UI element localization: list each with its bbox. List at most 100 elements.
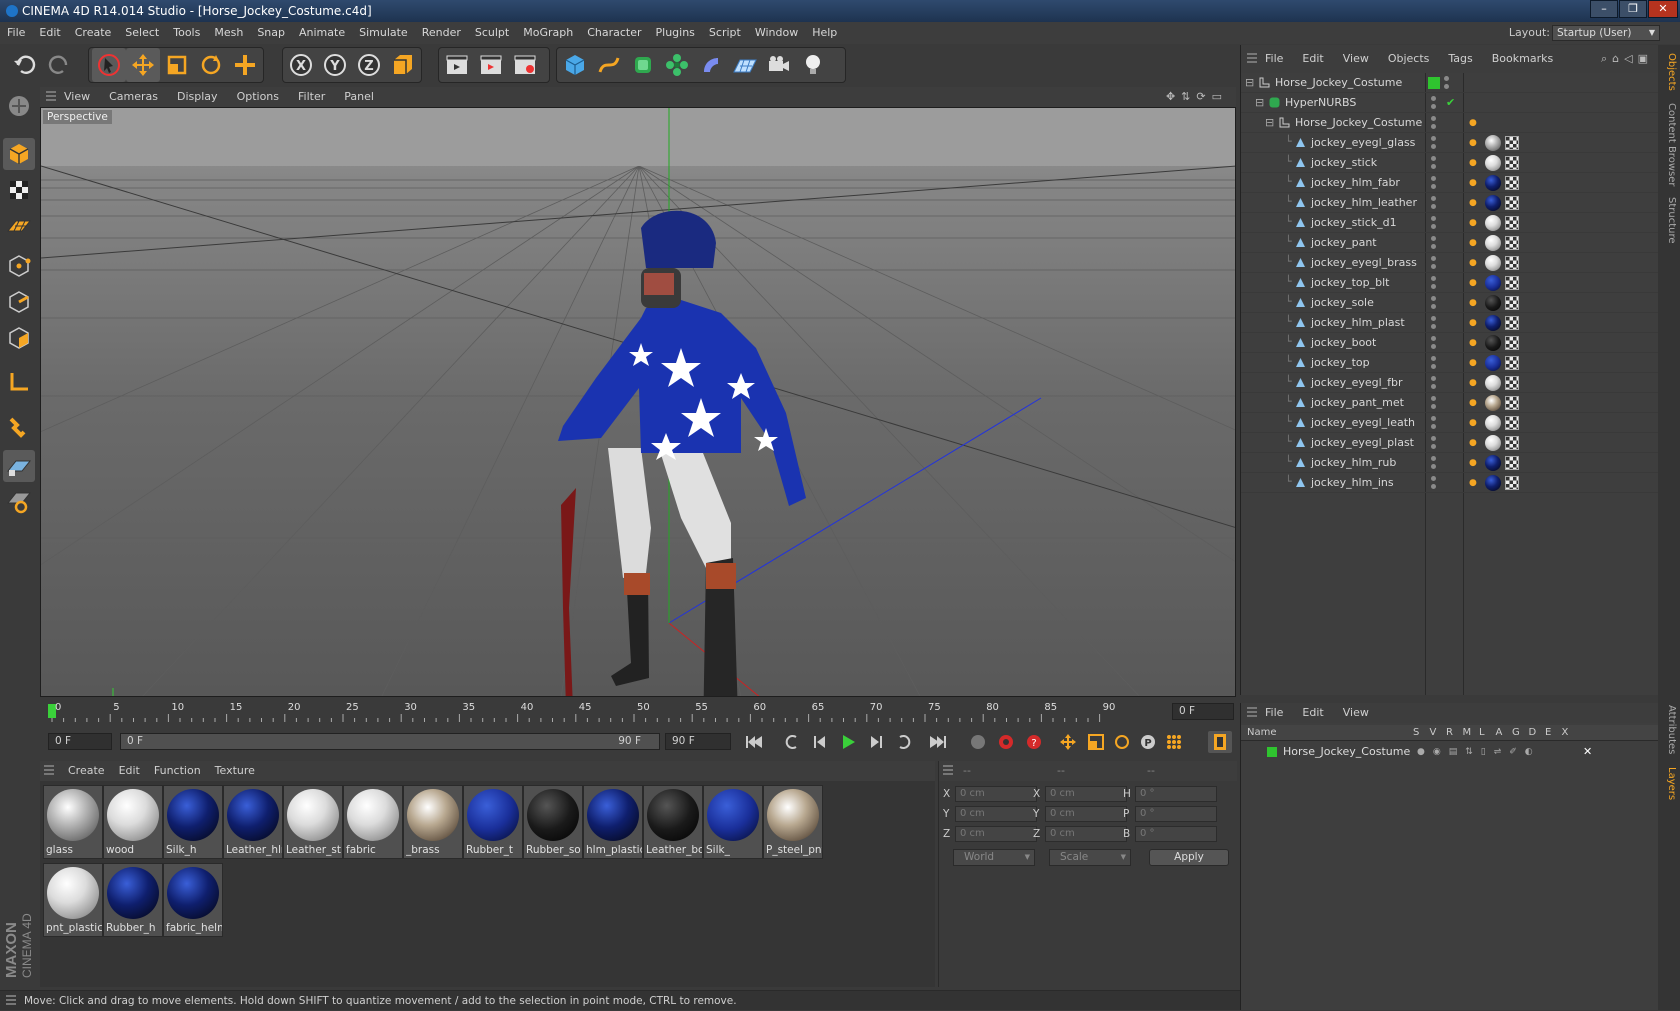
x-axis-lock-button[interactable]: X xyxy=(284,48,318,82)
material-tag-icon[interactable] xyxy=(1485,275,1501,291)
tab-content-browser[interactable]: Content Browser xyxy=(1661,103,1677,186)
render-visibility-dot[interactable] xyxy=(1431,364,1436,369)
autokey-button[interactable] xyxy=(994,731,1018,753)
material-tag-icon[interactable] xyxy=(1485,235,1501,251)
menu-render[interactable]: Render xyxy=(422,26,461,39)
uvw-tag-icon[interactable] xyxy=(1505,336,1519,350)
uvw-tag-icon[interactable] xyxy=(1505,396,1519,410)
phong-tag-icon[interactable]: ● xyxy=(1469,193,1477,213)
editor-visibility-dot[interactable] xyxy=(1431,316,1436,321)
layer-flag-column[interactable]: A xyxy=(1496,725,1503,741)
make-editable-button[interactable] xyxy=(3,90,35,122)
undo-button[interactable] xyxy=(8,48,42,82)
render-visibility-dot[interactable] xyxy=(1431,124,1436,129)
layer-flag-column[interactable]: E xyxy=(1545,725,1551,741)
menu-plugins[interactable]: Plugins xyxy=(656,26,695,39)
object-menu-tags[interactable]: Tags xyxy=(1448,52,1472,65)
material-swatch[interactable]: Rubber_h xyxy=(103,863,163,937)
viewport-menu-options[interactable]: Options xyxy=(237,90,279,103)
editor-visibility-dot[interactable] xyxy=(1431,456,1436,461)
layer-menu-view[interactable]: View xyxy=(1343,706,1369,719)
phong-tag-icon[interactable]: ● xyxy=(1469,113,1477,133)
layer-color-swatch[interactable] xyxy=(1267,747,1277,757)
material-tag-icon[interactable] xyxy=(1485,355,1501,371)
record-keys-button[interactable] xyxy=(966,731,990,753)
material-swatch[interactable]: pnt_plastic xyxy=(43,863,103,937)
material-tag-icon[interactable] xyxy=(1485,135,1501,151)
rotation-field[interactable]: 0 ° xyxy=(1135,826,1217,842)
object-row-group[interactable]: ⊟ Horse_Jockey_Costume ● xyxy=(1241,113,1659,133)
phong-tag-icon[interactable]: ● xyxy=(1469,353,1477,373)
phong-tag-icon[interactable]: ● xyxy=(1469,213,1477,233)
material-tag-icon[interactable] xyxy=(1485,455,1501,471)
render-visibility-dot[interactable] xyxy=(1431,304,1436,309)
minimize-button[interactable]: – xyxy=(1590,0,1618,18)
editor-visibility-dot[interactable] xyxy=(1431,236,1436,241)
rotation-field[interactable]: 0 ° xyxy=(1135,786,1217,802)
uvw-tag-icon[interactable] xyxy=(1505,276,1519,290)
viewport-nav-icons[interactable]: ✥⇅⟳▭ xyxy=(1166,87,1228,107)
render-visibility-dot[interactable] xyxy=(1431,324,1436,329)
collapse-toggle-icon[interactable]: ⊟ xyxy=(1245,73,1254,93)
layer-flag-column[interactable]: R xyxy=(1446,725,1453,741)
menu-animate[interactable]: Animate xyxy=(299,26,345,39)
uvw-tag-icon[interactable] xyxy=(1505,376,1519,390)
render-visibility-dot[interactable] xyxy=(1431,204,1436,209)
coordinate-system-button[interactable] xyxy=(386,48,420,82)
render-view-button[interactable] xyxy=(440,48,474,82)
phong-tag-icon[interactable]: ● xyxy=(1469,373,1477,393)
layer-flag-column[interactable]: X xyxy=(1562,725,1569,741)
material-swatch[interactable]: glass xyxy=(43,785,103,859)
tab-layers[interactable]: Layers xyxy=(1661,767,1677,800)
layer-xref-icon[interactable]: ✕ xyxy=(1583,743,1592,761)
object-menu-objects[interactable]: Objects xyxy=(1388,52,1430,65)
phong-tag-icon[interactable]: ● xyxy=(1469,133,1477,153)
object-row[interactable]: └ jockey_hlm_leather ● xyxy=(1241,193,1659,213)
key-scale-button[interactable] xyxy=(1084,731,1108,753)
object-menu-edit[interactable]: Edit xyxy=(1302,52,1323,65)
perspective-viewport[interactable]: Perspective xyxy=(40,107,1236,697)
layer-flag-column[interactable]: G xyxy=(1512,725,1520,741)
object-row[interactable]: └ jockey_hlm_rub ● xyxy=(1241,453,1659,473)
render-visibility-dot[interactable] xyxy=(1431,104,1436,109)
object-row[interactable]: └ jockey_stick_d1 ● xyxy=(1241,213,1659,233)
object-row[interactable]: └ jockey_hlm_ins ● xyxy=(1241,473,1659,493)
menu-snap[interactable]: Snap xyxy=(257,26,285,39)
coordinate-space-dropdown[interactable]: World ▼ xyxy=(953,849,1035,866)
uvw-tag-icon[interactable] xyxy=(1505,316,1519,330)
object-row[interactable]: └ jockey_top ● xyxy=(1241,353,1659,373)
layer-name-column[interactable]: Name xyxy=(1247,725,1277,741)
phong-tag-icon[interactable]: ● xyxy=(1469,433,1477,453)
render-to-picture-viewer-button[interactable] xyxy=(474,48,508,82)
editor-visibility-dot[interactable] xyxy=(1431,136,1436,141)
object-row[interactable]: └ jockey_eyegl_fbr ● xyxy=(1241,373,1659,393)
menu-file[interactable]: File xyxy=(7,26,25,39)
position-field[interactable]: 0 cm xyxy=(955,786,1037,802)
phong-tag-icon[interactable]: ● xyxy=(1469,233,1477,253)
add-array-button[interactable] xyxy=(660,48,694,82)
layer-menu-file[interactable]: File xyxy=(1265,706,1283,719)
layer-flag-column[interactable]: M xyxy=(1463,725,1472,741)
editor-visibility-dot[interactable] xyxy=(1431,476,1436,481)
render-visibility-dot[interactable] xyxy=(1444,84,1449,89)
add-light-button[interactable] xyxy=(796,48,830,82)
play-button[interactable] xyxy=(836,731,860,753)
render-visibility-dot[interactable] xyxy=(1431,264,1436,269)
layer-flag-column[interactable]: L xyxy=(1479,725,1485,741)
next-frame-button[interactable] xyxy=(864,731,888,753)
layer-flag-column[interactable]: V xyxy=(1430,725,1437,741)
texture-mode-button[interactable] xyxy=(3,174,35,206)
collapse-toggle-icon[interactable]: ⊟ xyxy=(1255,93,1264,113)
menu-character[interactable]: Character xyxy=(587,26,641,39)
viewport-menu-filter[interactable]: Filter xyxy=(298,90,325,103)
uvw-tag-icon[interactable] xyxy=(1505,456,1519,470)
render-visibility-dot[interactable] xyxy=(1431,484,1436,489)
material-swatch[interactable]: fabric xyxy=(343,785,403,859)
uvw-tag-icon[interactable] xyxy=(1505,296,1519,310)
object-row[interactable]: └ jockey_eyegl_plast ● xyxy=(1241,433,1659,453)
axis-mode-button[interactable] xyxy=(3,366,35,398)
material-swatch[interactable]: Silk_h xyxy=(163,785,223,859)
material-swatch[interactable]: Silk_ xyxy=(703,785,763,859)
phong-tag-icon[interactable]: ● xyxy=(1469,473,1477,493)
material-swatch[interactable]: Leather_hlm xyxy=(223,785,283,859)
